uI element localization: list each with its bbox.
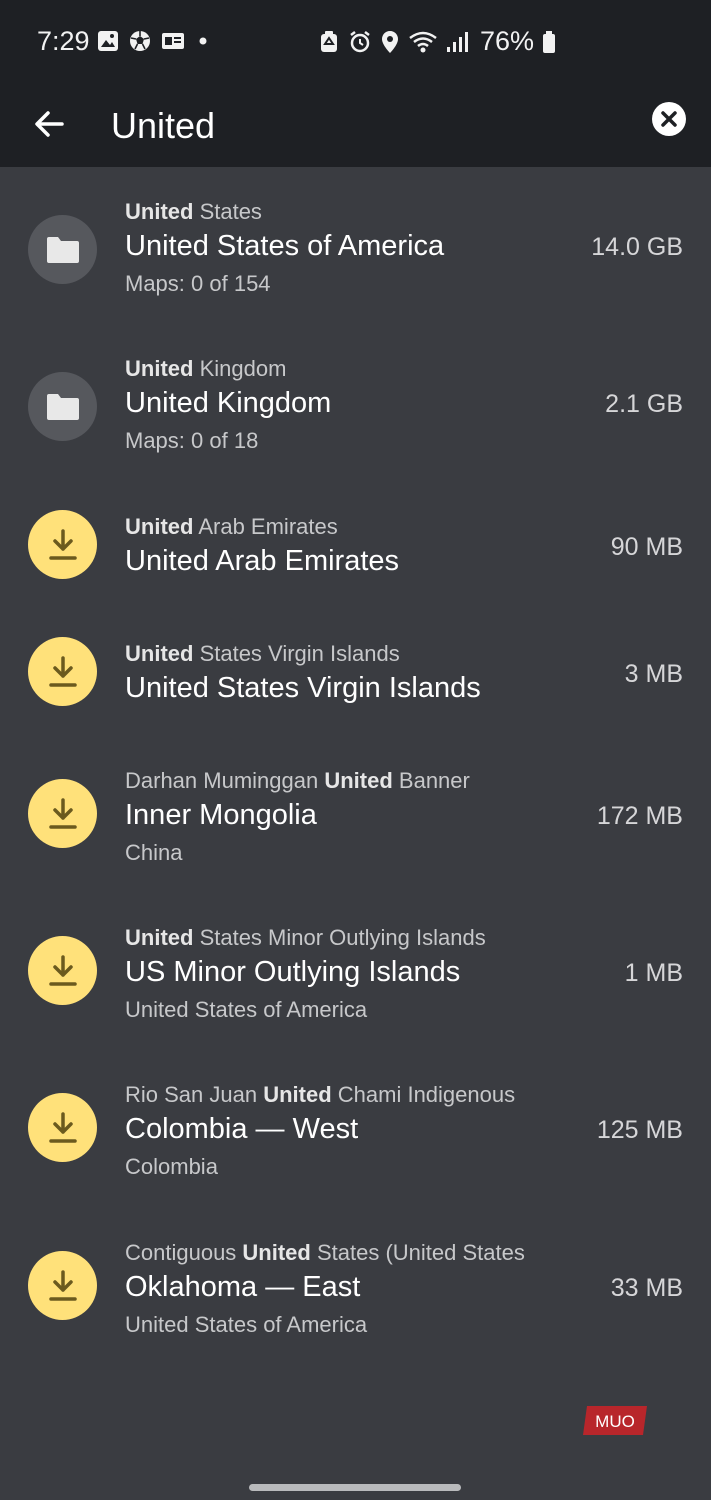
wifi-icon [409, 31, 437, 52]
download-size: 3 MB [624, 660, 683, 688]
recycle-icon [321, 30, 337, 52]
download-size: 90 MB [610, 533, 683, 561]
list-item[interactable]: Darhan Muminggan United Banner Inner Mon… [0, 766, 711, 896]
gallery-icon [98, 31, 118, 51]
result-subtitle: United States of America [125, 1312, 368, 1337]
list-item[interactable]: Contiguous United States (United States … [0, 1238, 711, 1368]
match-context: Contiguous United States (United States [125, 1240, 525, 1265]
list-item[interactable]: United Kingdom United Kingdom Maps: 0 of… [0, 354, 711, 484]
download-icon [28, 510, 97, 579]
battery-icon [543, 30, 556, 53]
download-size: 172 MB [596, 802, 683, 830]
result-subtitle: Colombia [125, 1154, 218, 1179]
result-subtitle: Maps: 0 of 154 [125, 271, 271, 296]
result-title: US Minor Outlying Islands [125, 956, 461, 988]
search-input[interactable] [111, 100, 611, 152]
download-icon [28, 1093, 97, 1162]
result-title: United Arab Emirates [125, 545, 400, 577]
home-indicator[interactable] [249, 1484, 461, 1491]
match-context: United States Virgin Islands [125, 641, 400, 666]
list-item[interactable]: United States Minor Outlying Islands US … [0, 923, 711, 1053]
list-item[interactable]: United States Virgin Islands United Stat… [0, 637, 711, 739]
status-time: 7:29 [37, 26, 90, 56]
folder-icon [28, 372, 97, 441]
download-size: 125 MB [596, 1116, 683, 1144]
list-item[interactable]: United States United States of America M… [0, 197, 711, 327]
folder-icon [28, 215, 97, 284]
signal-icon [447, 31, 468, 52]
watermark-text: MUO [595, 1412, 635, 1431]
search-bar [0, 86, 711, 167]
match-context: United States [125, 199, 262, 224]
match-context: Darhan Muminggan United Banner [125, 768, 470, 793]
download-size: 1 MB [624, 959, 683, 987]
dot-icon [199, 37, 207, 45]
download-size: 14.0 GB [591, 233, 683, 261]
download-icon [28, 779, 97, 848]
result-title: United States Virgin Islands [125, 672, 481, 704]
result-title: United States of America [125, 230, 445, 262]
battery-percent: 76% [480, 26, 535, 56]
download-icon [28, 1251, 97, 1320]
close-circle-icon[interactable] [652, 102, 686, 136]
result-title: United Kingdom [125, 387, 332, 419]
status-bar: 7:29 76% [0, 0, 711, 86]
system-icons: 76% [318, 26, 556, 57]
download-icon [28, 637, 97, 706]
news-icon [162, 33, 184, 49]
arrow-left-icon[interactable] [30, 104, 70, 144]
notification-icons [97, 30, 211, 52]
result-subtitle: Maps: 0 of 18 [125, 428, 259, 453]
result-title: Oklahoma — East [125, 1271, 361, 1303]
match-context: United States Minor Outlying Islands [125, 925, 486, 950]
list-item[interactable]: Rio San Juan United Chami Indigenous Col… [0, 1080, 711, 1210]
list-item[interactable]: United Arab Emirates United Arab Emirate… [0, 510, 711, 612]
result-subtitle: United States of America [125, 997, 368, 1022]
download-icon [28, 936, 97, 1005]
match-context: Rio San Juan United Chami Indigenous [125, 1082, 516, 1107]
download-size: 2.1 GB [605, 390, 683, 418]
result-title: Colombia — West [125, 1113, 359, 1145]
location-icon [382, 30, 398, 53]
watermark-logo: MUO [583, 1406, 647, 1435]
result-title: Inner Mongolia [125, 799, 317, 831]
soccer-ball-icon [130, 31, 150, 51]
match-context: United Kingdom [125, 356, 287, 381]
result-subtitle: China [125, 840, 183, 865]
download-size: 33 MB [610, 1274, 683, 1302]
match-context: United Arab Emirates [125, 514, 338, 539]
alarm-icon [350, 30, 370, 52]
